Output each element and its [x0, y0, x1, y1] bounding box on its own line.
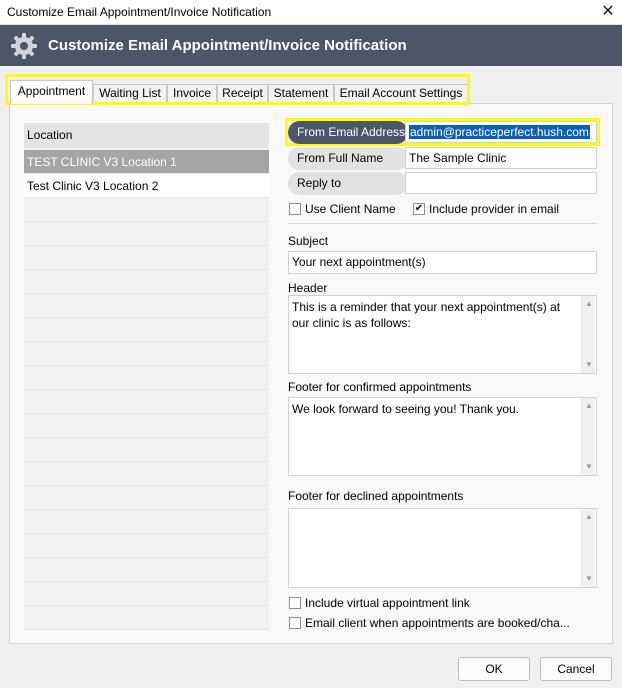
gear-icon — [11, 33, 37, 59]
location-empty-row — [24, 318, 269, 342]
footer-declined-scrollbar[interactable]: ▲ ▼ — [581, 509, 595, 587]
location-empty-row — [24, 462, 269, 486]
location-empty-row — [24, 486, 269, 510]
location-empty-row — [24, 582, 269, 606]
window-title: Customize Email Appointment/Invoice Noti… — [7, 5, 272, 19]
location-empty-row — [24, 270, 269, 294]
header-scrollbar[interactable]: ▲ ▼ — [581, 296, 595, 373]
scroll-up-icon[interactable]: ▲ — [584, 512, 594, 522]
footer-declined-textarea[interactable] — [288, 508, 597, 588]
use-client-name-label: Use Client Name — [305, 202, 396, 216]
subject-label: Subject — [288, 234, 329, 248]
location-item[interactable]: TEST CLINIC V3 Location 1 — [24, 150, 269, 174]
cancel-button[interactable]: Cancel — [540, 657, 612, 681]
include-virtual-link-label: Include virtual appointment link — [305, 596, 470, 610]
location-empty-row — [24, 390, 269, 414]
subject-field[interactable]: Your next appointment(s) — [288, 251, 597, 274]
scroll-down-icon[interactable]: ▼ — [584, 360, 594, 370]
scroll-down-icon[interactable]: ▼ — [584, 462, 594, 472]
scroll-down-icon[interactable]: ▼ — [584, 574, 594, 584]
footer-confirmed-label: Footer for confirmed appointments — [288, 380, 472, 394]
footer-declined-label: Footer for declined appointments — [288, 489, 464, 503]
location-empty-row — [24, 438, 269, 462]
location-empty-row — [24, 414, 269, 438]
footer-confirmed-scrollbar[interactable]: ▲ ▼ — [581, 398, 595, 475]
window-title-bar: Customize Email Appointment/Invoice Noti… — [0, 0, 622, 25]
location-empty-row — [24, 534, 269, 558]
from-email-field[interactable]: admin@practiceperfect.hush.com — [405, 121, 597, 143]
location-empty-row — [24, 246, 269, 270]
include-virtual-link-checkbox[interactable] — [289, 597, 301, 609]
reply-to-label: Reply to — [288, 172, 408, 195]
location-empty-row — [24, 366, 269, 390]
email-client-booked-label: Email client when appointments are booke… — [305, 616, 570, 630]
checkmark-icon: ✔ — [414, 203, 424, 214]
include-provider-checkbox[interactable]: ✔ — [413, 203, 425, 215]
location-empty-row — [24, 342, 269, 366]
tab-appointment[interactable]: Appointment — [10, 80, 93, 104]
header-title: Customize Email Appointment/Invoice Noti… — [48, 37, 407, 54]
location-empty-row — [24, 222, 269, 246]
from-name-label: From Full Name — [288, 147, 408, 170]
header-textarea[interactable]: This is a reminder that your next appoin… — [288, 295, 597, 374]
scroll-up-icon[interactable]: ▲ — [584, 401, 594, 411]
include-provider-label: Include provider in email — [429, 202, 560, 216]
from-email-value: admin@practiceperfect.hush.com — [409, 125, 590, 139]
header-label: Header — [288, 281, 328, 295]
from-email-label: From Email Address — [288, 121, 408, 144]
dialog-header: Customize Email Appointment/Invoice Noti… — [0, 25, 622, 66]
location-empty-row — [24, 198, 269, 222]
close-icon[interactable]: ✕ — [599, 2, 617, 22]
ok-button[interactable]: OK — [458, 657, 530, 681]
divider — [288, 223, 597, 224]
from-name-field[interactable]: The Sample Clinic — [405, 147, 597, 169]
location-empty-row — [24, 606, 269, 630]
location-list-header: Location — [24, 123, 269, 148]
scroll-up-icon[interactable]: ▲ — [584, 299, 594, 309]
location-empty-row — [24, 294, 269, 318]
location-item[interactable]: Test Clinic V3 Location 2 — [24, 174, 269, 198]
location-empty-row — [24, 510, 269, 534]
footer-confirmed-textarea[interactable]: We look forward to seeing you! Thank you… — [288, 397, 597, 476]
use-client-name-checkbox[interactable] — [289, 203, 301, 215]
location-empty-row — [24, 558, 269, 582]
reply-to-field[interactable] — [405, 172, 597, 194]
email-client-booked-checkbox[interactable] — [289, 617, 301, 629]
